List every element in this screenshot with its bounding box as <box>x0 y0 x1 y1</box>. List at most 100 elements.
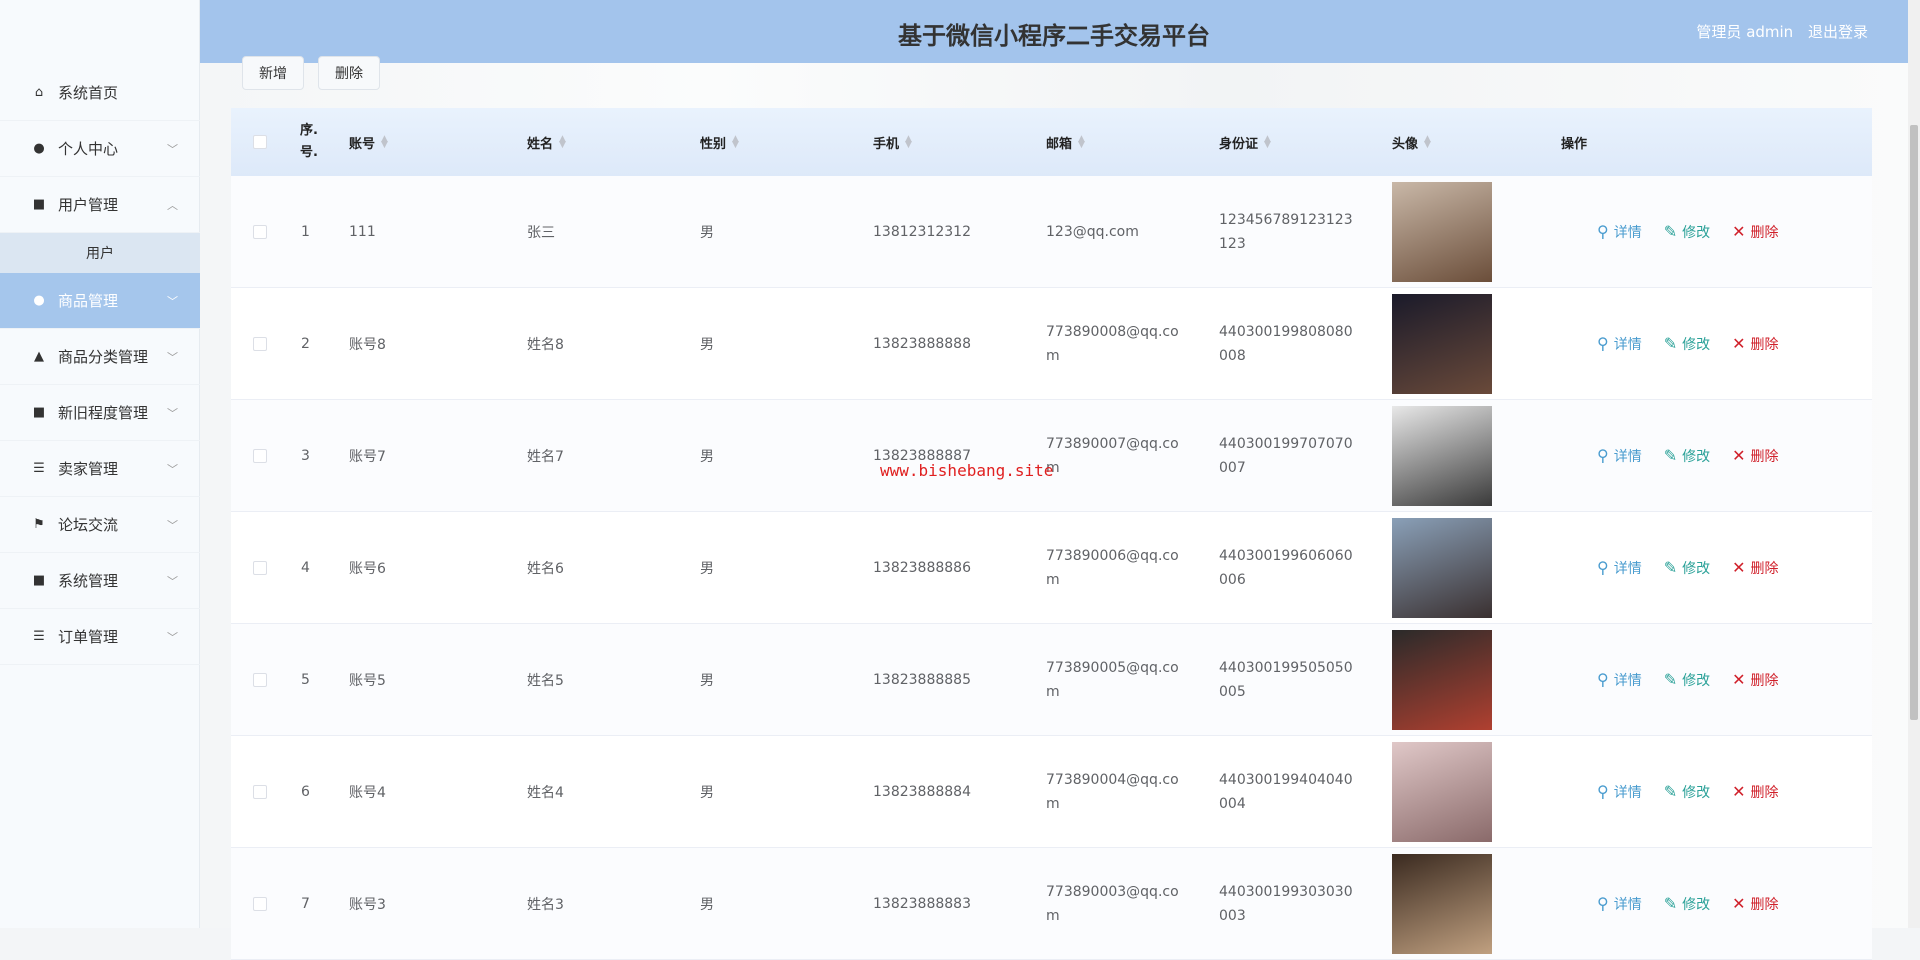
name-cell: 姓名7 <box>527 448 564 465</box>
sidebar-item[interactable]: ☰ 订单管理 ﹀ <box>0 609 200 665</box>
row-number: 3 <box>301 447 310 464</box>
watermark: www.bishebang.site <box>880 461 1054 480</box>
grid-icon: ■ <box>32 405 46 420</box>
search-icon: ⚲ <box>1597 334 1609 353</box>
delete-row-button[interactable]: ✕ 删除 <box>1732 222 1778 242</box>
row-checkbox[interactable] <box>253 560 267 575</box>
sidebar-item-label: 用户管理 <box>58 196 119 214</box>
edit-button[interactable]: ✎ 修改 <box>1664 782 1710 802</box>
column-header[interactable]: 性别 ▲ ▼ <box>700 108 739 176</box>
table-row: 1 111 张三 男 13812312312 123@qq.com 123456… <box>231 176 1872 288</box>
name-cell: 张三 <box>527 224 555 241</box>
delete-row-button[interactable]: ✕ 删除 <box>1732 782 1778 802</box>
gender-cell: 男 <box>700 448 714 465</box>
sidebar-item[interactable]: ■ 用户管理 ︿ <box>0 177 200 233</box>
delete-row-button[interactable]: ✕ 删除 <box>1732 334 1778 354</box>
row-checkbox[interactable] <box>253 896 267 911</box>
name-cell: 姓名8 <box>527 336 564 353</box>
idcard-cell: 440300199707070007 <box>1219 435 1353 476</box>
select-all-checkbox[interactable] <box>253 135 267 149</box>
table-header: 序.号. 账号 ▲ ▼ 姓名 ▲ ▼ 性别 ▲ ▼ 手机 ▲ ▼ 邮箱 ▲ ▼ 身份证 ▲ ▼ 头像 ▲ ▼ 操作 <box>231 108 1872 176</box>
pencil-icon: ✎ <box>1663 446 1678 465</box>
sidebar-item[interactable]: ■ 新旧程度管理 ﹀ <box>0 385 200 441</box>
sidebar-item-label: 商品管理 <box>58 292 119 310</box>
logout-link[interactable]: 退出登录 <box>1808 23 1868 41</box>
sort-icon[interactable]: ▲ ▼ <box>905 135 912 150</box>
column-header: 序.号. <box>300 123 318 160</box>
sort-icon[interactable]: ▲ ▼ <box>381 135 388 150</box>
sidebar-item[interactable]: ⚑ 论坛交流 ﹀ <box>0 497 200 553</box>
edit-button[interactable]: ✎ 修改 <box>1664 222 1710 242</box>
row-checkbox[interactable] <box>253 784 267 799</box>
close-icon: ✕ <box>1732 670 1746 689</box>
column-header[interactable]: 账号 ▲ ▼ <box>349 108 388 176</box>
search-icon: ⚲ <box>1597 670 1609 689</box>
grid-icon: ■ <box>32 197 46 212</box>
sidebar-item[interactable]: ⌂ 系统首页 <box>0 65 200 121</box>
edit-button[interactable]: ✎ 修改 <box>1664 334 1710 354</box>
user-label: 管理员 admin <box>1696 23 1794 41</box>
detail-button[interactable]: ⚲ 详情 <box>1597 558 1642 578</box>
sort-icon[interactable]: ▲ ▼ <box>1078 135 1085 150</box>
edit-button[interactable]: ✎ 修改 <box>1664 446 1710 466</box>
edit-button[interactable]: ✎ 修改 <box>1664 894 1710 914</box>
detail-button[interactable]: ⚲ 详情 <box>1597 446 1642 466</box>
user-icon: ● <box>33 141 45 156</box>
scrollbar-thumb[interactable] <box>1910 125 1918 720</box>
pencil-icon: ✎ <box>1663 670 1678 689</box>
name-cell: 姓名3 <box>527 896 564 913</box>
sidebar-item[interactable]: ■ 系统管理 ﹀ <box>0 553 200 609</box>
avatar-image <box>1392 629 1492 730</box>
email-cell: 123@qq.com <box>1046 223 1139 240</box>
add-button[interactable]: 新增 <box>242 56 304 90</box>
sort-icon[interactable]: ▲ ▼ <box>1424 135 1431 150</box>
column-header[interactable]: 手机 ▲ ▼ <box>873 108 912 176</box>
sidebar-item-label: 个人中心 <box>58 140 119 158</box>
list-icon: ☰ <box>33 629 45 644</box>
user-info: 管理员 admin 退出登录 <box>1686 21 1868 42</box>
detail-button[interactable]: ⚲ 详情 <box>1597 222 1642 242</box>
column-header[interactable]: 头像 ▲ ▼ <box>1392 108 1431 176</box>
table-body: 1 111 张三 男 13812312312 123@qq.com 123456… <box>231 176 1872 960</box>
delete-row-button[interactable]: ✕ 删除 <box>1732 670 1778 690</box>
detail-button[interactable]: ⚲ 详情 <box>1597 894 1642 914</box>
phone-cell: 13823888887 <box>873 447 971 464</box>
sidebar-subitem-user[interactable]: 用户 <box>0 233 200 273</box>
column-header[interactable]: 姓名 ▲ ▼ <box>527 108 566 176</box>
account-cell: 111 <box>349 223 376 240</box>
search-icon: ⚲ <box>1597 558 1609 577</box>
chart-icon: ▲ <box>34 349 44 364</box>
delete-row-button[interactable]: ✕ 删除 <box>1732 558 1778 578</box>
user-table: 序.号. 账号 ▲ ▼ 姓名 ▲ ▼ 性别 ▲ ▼ 手机 ▲ ▼ 邮箱 ▲ ▼ 身份证 ▲ ▼ 头像 ▲ ▼ 操作 1 11… <box>231 108 1872 960</box>
delete-row-button[interactable]: ✕ 删除 <box>1732 446 1778 466</box>
row-checkbox[interactable] <box>253 672 267 687</box>
sidebar-item[interactable]: ▲ 商品分类管理 ﹀ <box>0 329 200 385</box>
sort-icon[interactable]: ▲ ▼ <box>732 135 739 150</box>
sort-icon[interactable]: ▲ ▼ <box>559 135 566 150</box>
delete-row-button[interactable]: ✕ 删除 <box>1732 894 1778 914</box>
sidebar-item[interactable]: ● 商品管理 ﹀ <box>0 273 200 329</box>
detail-button[interactable]: ⚲ 详情 <box>1597 670 1642 690</box>
row-checkbox[interactable] <box>253 448 267 463</box>
row-checkbox[interactable] <box>253 224 267 239</box>
column-header[interactable]: 邮箱 ▲ ▼ <box>1046 108 1085 176</box>
sort-icon[interactable]: ▲ ▼ <box>1264 135 1271 150</box>
detail-button[interactable]: ⚲ 详情 <box>1597 782 1642 802</box>
sidebar-item[interactable]: ☰ 卖家管理 ﹀ <box>0 441 200 497</box>
chevron-icon: ﹀ <box>167 294 178 308</box>
sidebar-item-label: 系统管理 <box>58 572 119 590</box>
delete-button[interactable]: 删除 <box>318 56 380 90</box>
pencil-icon: ✎ <box>1663 222 1678 241</box>
column-header[interactable]: 身份证 ▲ ▼ <box>1219 108 1271 176</box>
row-checkbox[interactable] <box>253 336 267 351</box>
detail-button[interactable]: ⚲ 详情 <box>1597 334 1642 354</box>
name-cell: 姓名5 <box>527 672 564 689</box>
edit-button[interactable]: ✎ 修改 <box>1664 670 1710 690</box>
close-icon: ✕ <box>1732 894 1746 913</box>
edit-button[interactable]: ✎ 修改 <box>1664 558 1710 578</box>
table-row: 4 账号6 姓名6 男 13823888886 773890006@qq.com… <box>231 512 1872 624</box>
home-icon: ⌂ <box>34 85 44 100</box>
sidebar-item[interactable]: ● 个人中心 ﹀ <box>0 121 200 177</box>
sidebar-item-label: 系统首页 <box>58 84 119 102</box>
scrollbar[interactable] <box>1908 0 1920 928</box>
